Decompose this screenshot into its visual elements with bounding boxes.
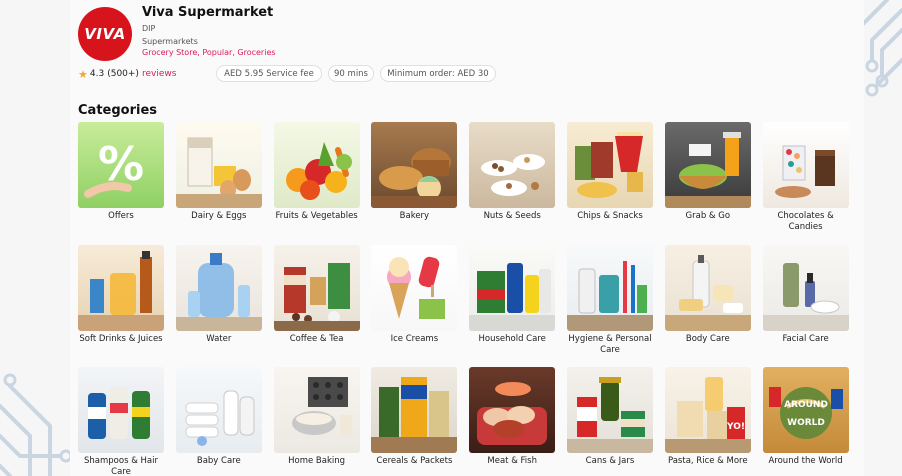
category-tile[interactable]: Coffee & Tea [273, 244, 360, 345]
rating-value: 4.3 [89, 69, 105, 79]
category-label: Bakery [399, 211, 430, 221]
delivery-time-badge: 90 mins [328, 65, 374, 82]
category-label: Cans & Jars [585, 456, 635, 466]
store-tags[interactable]: Grocery Store, Popular, Groceries [142, 48, 276, 57]
category-tile[interactable]: Ice Creams [371, 244, 458, 345]
category-label: Hygiene & Personal Care [568, 333, 652, 355]
percent-icon[interactable]: % [78, 122, 164, 208]
category-tile[interactable]: Facial Care [762, 244, 849, 345]
pasta-icon[interactable]: YO! [664, 367, 751, 453]
category-label: Baby Care [196, 456, 241, 466]
category-label: Chocolates & Candies [777, 211, 834, 232]
store-area: DIP [142, 24, 156, 33]
category-label: Ice Creams [390, 333, 439, 344]
serum-icon[interactable] [762, 244, 849, 331]
cereal-icon[interactable] [371, 367, 458, 453]
can-icon[interactable] [567, 367, 653, 453]
hygiene-icon[interactable] [567, 244, 653, 331]
category-tile[interactable]: Household Care [469, 244, 556, 345]
category-label: Fruits & Vegetables [275, 211, 358, 221]
category-tile[interactable]: Cereals & Packets [371, 367, 458, 467]
category-label: Meat & Fish [487, 456, 537, 466]
category-tile[interactable]: Soft Drinks & Juices [78, 244, 164, 345]
category-tile[interactable]: Water [175, 244, 262, 345]
coffee-icon[interactable] [273, 244, 360, 331]
bowl-icon[interactable] [664, 122, 751, 208]
store-content: VIVA Viva Supermarket DIP Supermarkets G… [70, 0, 864, 476]
svg-text:WORLD: WORLD [787, 418, 825, 428]
category-label: Around the World [768, 456, 843, 466]
dairy-icon[interactable] [175, 122, 262, 208]
store-name: Viva Supermarket [142, 5, 274, 20]
category-label: Grab & Go [685, 211, 731, 221]
fruits-icon[interactable] [273, 122, 360, 208]
category-tile[interactable]: Hygiene & Personal Care [567, 244, 653, 356]
category-tile[interactable]: Bakery [371, 122, 458, 222]
minimum-order-badge: Minimum order: AED 30 [380, 65, 496, 82]
store-logo: VIVA [78, 7, 132, 61]
nuts-icon[interactable] [469, 122, 556, 208]
category-label: Pasta, Rice & More [667, 456, 748, 466]
bread-icon[interactable] [371, 122, 458, 208]
shampoo-icon[interactable] [78, 367, 164, 453]
star-icon: ★ [78, 67, 88, 81]
meat-icon[interactable] [469, 367, 556, 453]
category-label: Home Baking [288, 456, 346, 466]
category-tile[interactable]: AROUND WORLD Around the World [762, 367, 849, 467]
category-tile[interactable]: Baby Care [175, 367, 262, 467]
category-tile[interactable]: Dairy & Eggs [175, 122, 262, 222]
logo-text: VIVA [84, 25, 126, 43]
icecream-icon[interactable] [371, 244, 458, 331]
category-tile[interactable]: YO! Pasta, Rice & More [664, 367, 751, 467]
category-tile[interactable]: Cans & Jars [567, 367, 653, 467]
category-label: Nuts & Seeds [483, 211, 541, 221]
rating-count: (500+) [107, 69, 139, 79]
category-tile[interactable]: % Offers [78, 122, 164, 222]
svg-text:AROUND: AROUND [784, 400, 828, 410]
category-label: Dairy & Eggs [191, 211, 247, 221]
category-tile[interactable]: Home Baking [273, 367, 360, 467]
candy-icon[interactable] [762, 122, 849, 208]
category-label: Soft Drinks & Juices [79, 333, 163, 344]
category-tile[interactable]: Chips & Snacks [567, 122, 653, 222]
baking-icon[interactable] [273, 367, 360, 453]
svg-text:YO!: YO! [726, 422, 745, 432]
drink-icon[interactable] [78, 244, 164, 331]
chips-icon[interactable] [567, 122, 653, 208]
category-tile[interactable]: Meat & Fish [469, 367, 556, 467]
lotion-icon[interactable] [664, 244, 751, 331]
rating-row: ★ 4.3 (500+) reviews [78, 64, 176, 84]
category-tile[interactable]: Body Care [664, 244, 751, 345]
page: VIVA Viva Supermarket DIP Supermarkets G… [0, 0, 902, 476]
category-tile[interactable]: Shampoos & Hair Care [78, 367, 164, 476]
category-tile[interactable]: Fruits & Vegetables [273, 122, 360, 222]
category-label: Coffee & Tea [289, 333, 344, 344]
category-label: Chips & Snacks [577, 211, 643, 221]
category-tile[interactable]: Grab & Go [664, 122, 751, 222]
category-tile[interactable]: Nuts & Seeds [469, 122, 556, 222]
category-label: Cereals & Packets [376, 456, 453, 466]
category-label: Offers [108, 211, 134, 221]
service-fee-badge: AED 5.95 Service fee [216, 65, 322, 82]
categories-title: Categories [78, 103, 158, 118]
baby-bottle-icon[interactable] [175, 367, 262, 453]
category-label: Water [206, 333, 232, 344]
category-label: Household Care [478, 333, 546, 344]
water-icon[interactable] [175, 244, 262, 331]
store-type: Supermarkets [142, 37, 198, 46]
globe-icon[interactable]: AROUND WORLD [762, 367, 849, 453]
category-tile[interactable]: Chocolates & Candies [762, 122, 849, 233]
category-label: Body Care [685, 333, 730, 344]
category-label: Facial Care [782, 333, 829, 344]
reviews-link[interactable]: reviews [142, 69, 176, 79]
category-label: Shampoos & Hair Care [84, 456, 158, 476]
detergent-icon[interactable] [469, 244, 556, 331]
